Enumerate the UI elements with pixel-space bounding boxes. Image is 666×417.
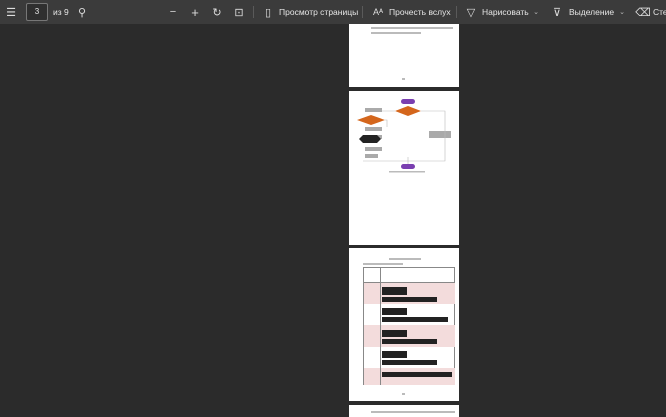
draw-icon: ▽ — [466, 6, 476, 19]
fit-page-icon[interactable]: ⊡ — [232, 4, 246, 20]
divider — [362, 6, 363, 18]
eraser-icon: ⌫ — [635, 6, 651, 19]
highlight-chevron-down-icon[interactable]: ⌄ — [617, 4, 627, 20]
page-total: из 9 — [53, 7, 69, 17]
pdf-page — [349, 91, 459, 245]
draw-label: Нарисовать — [482, 7, 529, 17]
zoom-out-icon[interactable]: − — [166, 4, 180, 20]
rotate-icon[interactable]: ↻ — [210, 4, 224, 20]
pdf-page — [349, 405, 459, 417]
text-line — [371, 32, 421, 34]
read-aloud-label: Прочесть вслух — [389, 7, 451, 17]
erase-label: Сте — [653, 7, 666, 17]
read-aloud-icon: Aᴬ — [372, 7, 384, 17]
page-view-label: Просмотр страницы — [279, 7, 359, 17]
divider — [456, 6, 457, 18]
zoom-in-icon[interactable]: + — [188, 4, 202, 20]
page-number-input[interactable]: 3 — [26, 3, 48, 21]
results-table — [363, 267, 455, 385]
text-line — [371, 27, 453, 29]
text-line — [371, 411, 455, 413]
pdf-page — [349, 24, 459, 87]
pdf-page — [349, 248, 459, 401]
table-of-contents-icon[interactable]: ☰ — [4, 4, 18, 20]
pdf-toolbar: ☰ 3 из 9 ⚲ − + ↻ ⊡ ▯ Просмотр страницы A… — [0, 0, 666, 24]
flowchart-figure — [357, 99, 451, 173]
highlight-icon: ⊽ — [552, 6, 562, 19]
page-number-mark — [402, 78, 405, 80]
table-caption — [363, 263, 403, 265]
draw-chevron-down-icon[interactable]: ⌄ — [531, 4, 541, 20]
search-icon[interactable]: ⚲ — [75, 4, 89, 20]
highlight-label: Выделение — [569, 7, 615, 17]
table-title — [389, 258, 421, 260]
page-view-icon: ▯ — [264, 6, 272, 19]
divider — [253, 6, 254, 18]
page-number-mark — [402, 393, 405, 395]
